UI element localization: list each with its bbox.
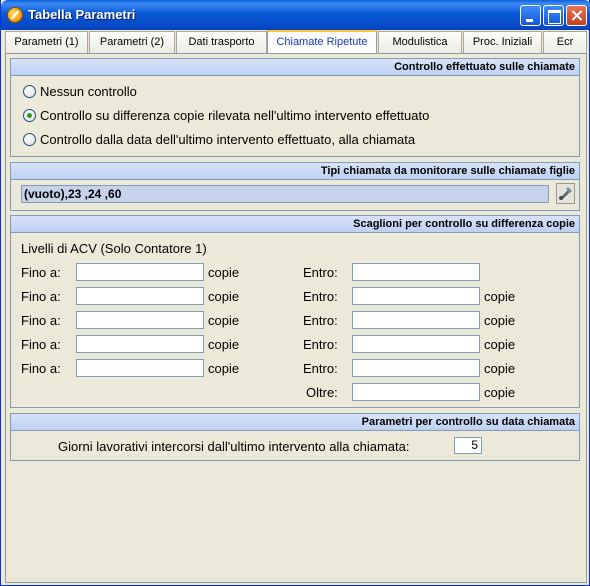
tab-strip: Parametri (1) Parametri (2) Dati traspor… xyxy=(5,30,587,54)
controllo-header: Controllo effettuato sulle chiamate xyxy=(11,59,579,76)
radio-label: Controllo su differenza copie rilevata n… xyxy=(40,108,430,123)
tab-parametri-1[interactable]: Parametri (1) xyxy=(5,31,88,53)
entro-label: Entro: xyxy=(303,289,338,304)
tipi-chiamata-group: Tipi chiamata da monitorare sulle chiama… xyxy=(10,162,580,211)
tipi-header: Tipi chiamata da monitorare sulle chiama… xyxy=(11,163,579,180)
oltre-label: Oltre: xyxy=(306,385,338,400)
tab-ecr[interactable]: Ecr xyxy=(543,31,587,53)
fino-a-input-5[interactable] xyxy=(76,359,204,377)
radio-button[interactable] xyxy=(23,133,36,146)
copie-label: copie xyxy=(208,289,240,304)
copie-label: copie xyxy=(484,361,516,376)
controllo-group: Controllo effettuato sulle chiamate Ness… xyxy=(10,58,580,157)
tab-modulistica[interactable]: Modulistica xyxy=(378,31,462,53)
app-icon xyxy=(7,7,23,23)
entro-input-4[interactable] xyxy=(352,335,480,353)
fino-a-label: Fino a: xyxy=(21,289,61,304)
app-window: Tabella Parametri Parametri (1) Parametr… xyxy=(0,0,590,586)
fino-a-label: Fino a: xyxy=(21,313,61,328)
entro-input-2[interactable] xyxy=(352,287,480,305)
fino-a-input-4[interactable] xyxy=(76,335,204,353)
entro-input-3[interactable] xyxy=(352,311,480,329)
tab-chiamate-ripetute[interactable]: Chiamate Ripetute xyxy=(267,30,377,54)
data-chiamata-header: Parametri per controllo su data chiamata xyxy=(11,414,579,431)
tab-proc-iniziali[interactable]: Proc. Iniziali xyxy=(463,31,542,53)
radio-label: Controllo dalla data dell'ultimo interve… xyxy=(40,132,416,147)
copie-label: copie xyxy=(484,337,516,352)
tipi-chiamata-field[interactable]: (vuoto),23 ,24 ,60 xyxy=(21,185,549,203)
title-bar[interactable]: Tabella Parametri xyxy=(1,0,590,30)
fino-a-label: Fino a: xyxy=(21,337,61,352)
entro-label: Entro: xyxy=(303,265,338,280)
scaglioni-group: Scaglioni per controllo su differenza co… xyxy=(10,215,580,408)
close-button[interactable] xyxy=(566,5,587,26)
entro-label: Entro: xyxy=(303,313,338,328)
entro-label: Entro: xyxy=(303,337,338,352)
fino-a-label: Fino a: xyxy=(21,265,61,280)
radio-button-selected[interactable] xyxy=(23,109,36,122)
acv-levels-label: Livelli di ACV (Solo Contatore 1) xyxy=(21,241,207,256)
tab-parametri-2[interactable]: Parametri (2) xyxy=(89,31,175,53)
giorni-lavorativi-input[interactable]: 5 xyxy=(454,437,482,454)
fino-a-label: Fino a: xyxy=(21,361,61,376)
entro-input-1[interactable] xyxy=(352,263,480,281)
window-title: Tabella Parametri xyxy=(28,7,136,22)
copie-label: copie xyxy=(208,361,240,376)
tab-dati-trasporto[interactable]: Dati trasporto xyxy=(176,31,267,53)
data-chiamata-group: Parametri per controllo su data chiamata… xyxy=(10,413,580,461)
select-types-button[interactable] xyxy=(556,183,575,204)
minimize-button[interactable] xyxy=(520,5,541,26)
entro-label: Entro: xyxy=(303,361,338,376)
copie-label: copie xyxy=(208,337,240,352)
maximize-button[interactable] xyxy=(543,5,564,26)
copie-label: copie xyxy=(484,289,516,304)
oltre-input[interactable] xyxy=(352,383,480,401)
radio-label: Nessun controllo xyxy=(40,84,137,99)
fino-a-input-3[interactable] xyxy=(76,311,204,329)
scaglioni-header: Scaglioni per controllo su differenza co… xyxy=(11,216,579,233)
tools-icon xyxy=(556,183,575,204)
giorni-lavorativi-label: Giorni lavorativi intercorsi dall'ultimo… xyxy=(58,439,410,454)
copie-label: copie xyxy=(208,313,240,328)
entro-input-5[interactable] xyxy=(352,359,480,377)
copie-label: copie xyxy=(484,313,516,328)
copie-label: copie xyxy=(208,265,240,280)
radio-button[interactable] xyxy=(23,85,36,98)
fino-a-input-1[interactable] xyxy=(76,263,204,281)
fino-a-input-2[interactable] xyxy=(76,287,204,305)
copie-label: copie xyxy=(484,385,516,400)
